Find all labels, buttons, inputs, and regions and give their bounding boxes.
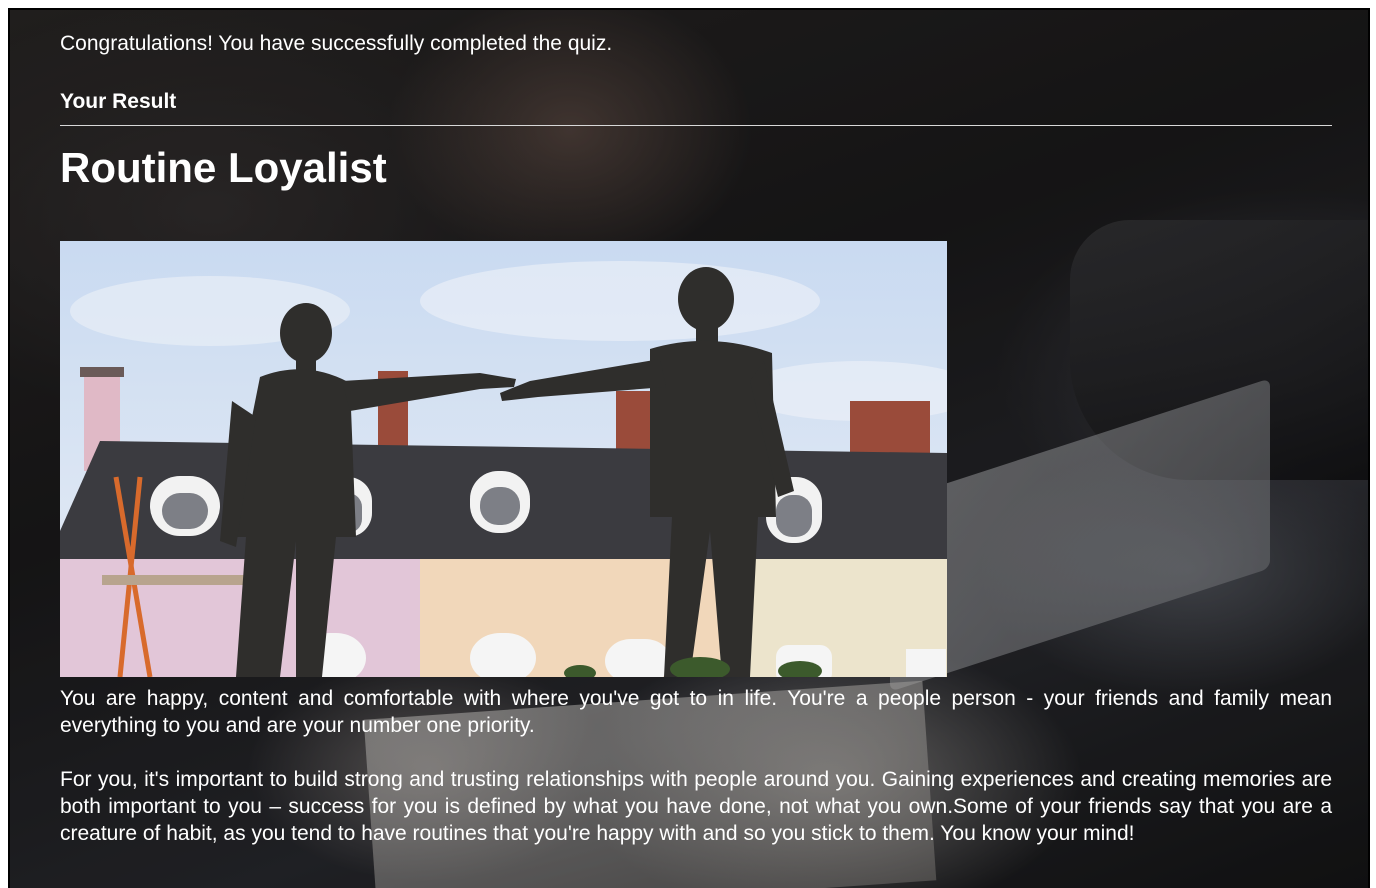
divider bbox=[60, 125, 1332, 126]
quiz-result-frame: Congratulations! You have successfully c… bbox=[8, 8, 1370, 888]
description-paragraph: For you, it's important to build strong … bbox=[60, 768, 1332, 845]
completion-message: Congratulations! You have successfully c… bbox=[60, 32, 613, 55]
result-description: You are happy, content and comfortable w… bbox=[60, 685, 1332, 874]
result-image bbox=[60, 241, 947, 677]
result-title: Routine Loyalist bbox=[60, 144, 387, 191]
result-label: Your Result bbox=[60, 90, 177, 113]
description-paragraph: You are happy, content and comfortable w… bbox=[60, 687, 1332, 737]
statue-illustration bbox=[60, 261, 947, 677]
